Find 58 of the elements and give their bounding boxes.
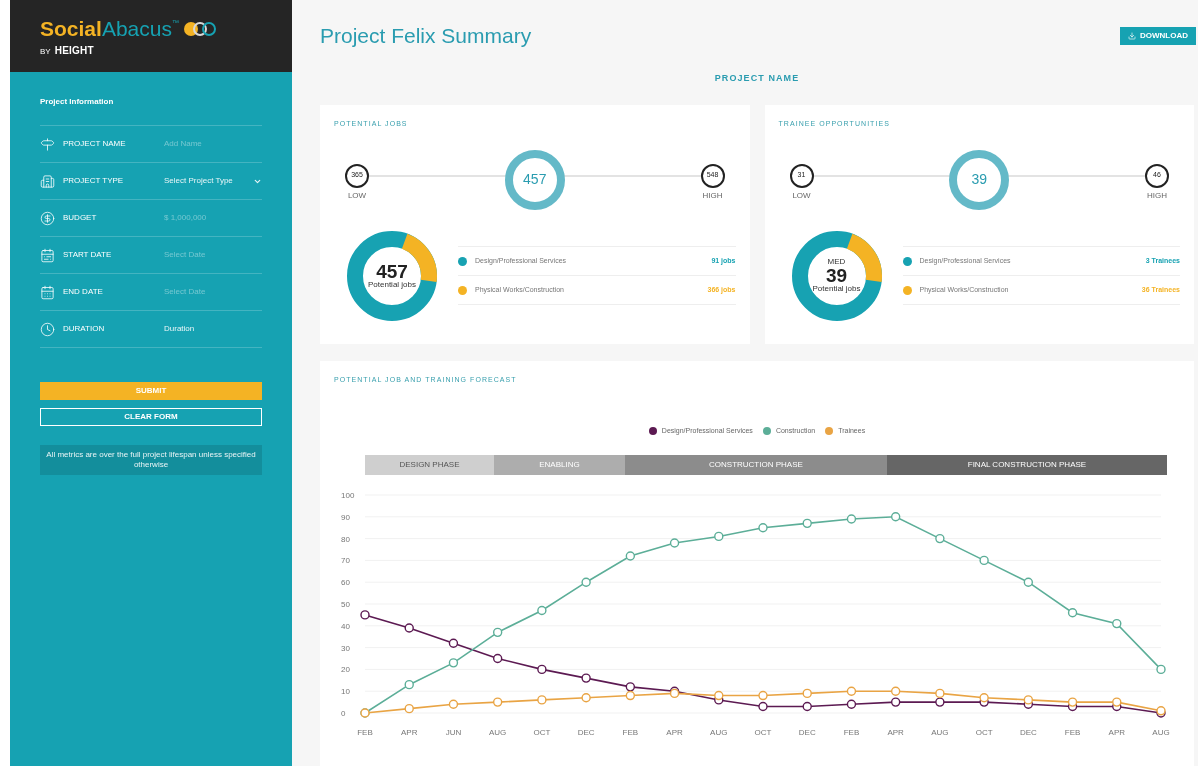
x-tick-label: OCT xyxy=(975,728,993,737)
donut-label: Potential jobs xyxy=(368,281,416,289)
x-tick-label: FEB xyxy=(843,728,860,737)
x-tick-label: OCT xyxy=(533,728,551,737)
x-tick-label: JUN xyxy=(445,728,462,737)
field-label: END DATE xyxy=(63,286,104,298)
logo-company: HEIGHT xyxy=(54,44,94,58)
x-tick-label: AUG xyxy=(489,728,507,737)
y-tick-label: 60 xyxy=(341,578,350,588)
metrics-note: All metrics are over the full project lifespan unless specified otherwise xyxy=(40,445,262,475)
donut-caption: MED xyxy=(827,258,846,266)
field-label: BUDGET xyxy=(63,212,98,224)
field-label: PROJECT NAME xyxy=(63,138,127,150)
y-tick-label: 70 xyxy=(341,556,350,566)
phase-band: ENABLING xyxy=(493,455,625,475)
x-tick-label: DEC xyxy=(1019,728,1037,737)
x-tick-label: AUG xyxy=(710,728,728,737)
x-tick-label: APR xyxy=(1108,728,1125,737)
x-tick-label: DEC xyxy=(577,728,595,737)
y-tick-label: 50 xyxy=(341,600,350,609)
y-tick-label: 0 xyxy=(341,709,346,718)
donut-value: 39 xyxy=(825,266,848,285)
phase-band: FINAL CONSTRUCTION PHASE xyxy=(886,455,1167,475)
x-tick-label: AUG xyxy=(1152,728,1170,737)
logo-by: BY xyxy=(40,46,51,58)
field-label: PROJECT TYPE xyxy=(63,175,125,187)
phase-band: CONSTRUCTION PHASE xyxy=(624,455,887,475)
page-title: Project Felix Summary xyxy=(320,23,532,49)
y-tick-label: 90 xyxy=(341,512,350,522)
logo-word: Abacus xyxy=(101,18,172,39)
x-tick-label: OCT xyxy=(754,728,772,737)
y-tick-label: 30 xyxy=(341,643,350,653)
x-tick-label: APR xyxy=(401,728,418,737)
field-value: Duration xyxy=(164,323,195,335)
project-name-heading: PROJECT NAME xyxy=(713,71,801,85)
field-label: DURATION xyxy=(63,323,106,335)
y-tick-label: 100 xyxy=(341,491,355,500)
x-tick-label: AUG xyxy=(931,728,949,737)
x-tick-label: APR xyxy=(887,728,904,737)
phase-band: DESIGN PHASE xyxy=(365,455,494,475)
x-tick-label: APR xyxy=(666,728,683,737)
x-tick-label: FEB xyxy=(622,728,639,737)
x-tick-label: FEB xyxy=(1064,728,1081,737)
high-label: HIGH xyxy=(1147,189,1167,202)
field-label: START DATE xyxy=(63,249,113,261)
donut-value: 457 xyxy=(376,262,408,281)
x-tick-label: FEB xyxy=(357,728,373,737)
y-tick-label: 80 xyxy=(341,534,350,544)
x-tick-label: DEC xyxy=(798,728,816,737)
low-label: LOW xyxy=(792,189,811,202)
low-label: LOW xyxy=(347,189,367,202)
donut-label: Potential jobs xyxy=(812,285,861,293)
logo-word: Social xyxy=(40,18,102,39)
y-tick-label: 40 xyxy=(341,621,350,631)
y-tick-label: 20 xyxy=(341,665,350,675)
y-tick-label: 10 xyxy=(341,687,350,697)
section-title: Project Information xyxy=(40,96,115,108)
high-label: HIGH xyxy=(702,189,723,202)
